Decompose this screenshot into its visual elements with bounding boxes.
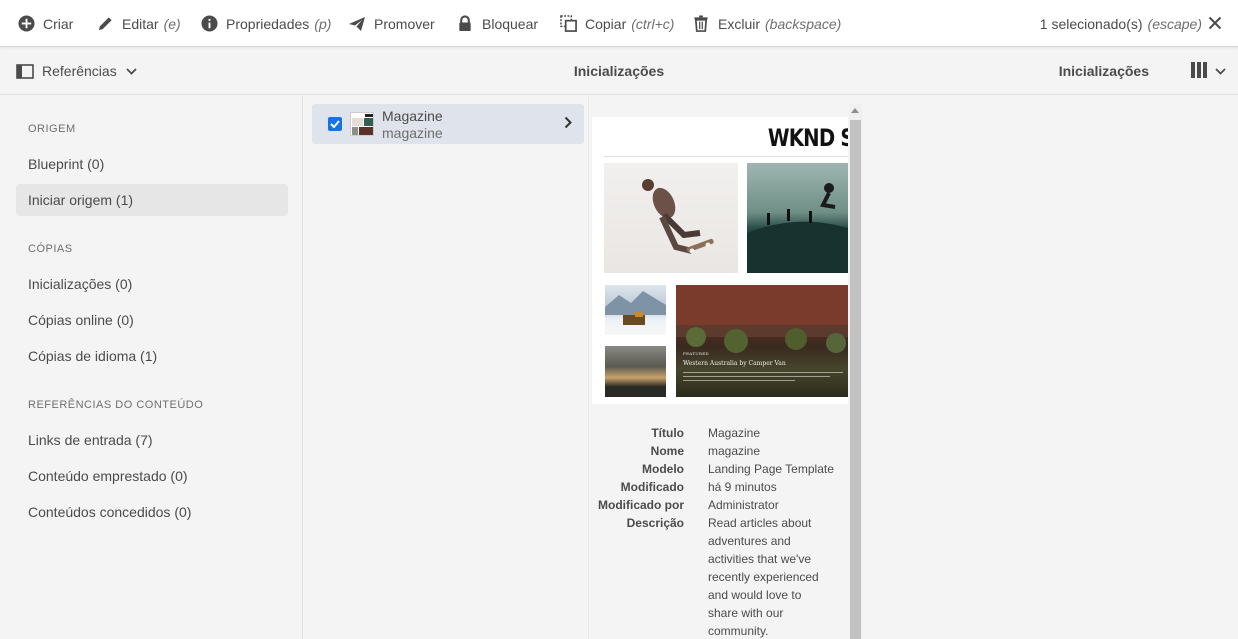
add-circle-icon — [17, 15, 35, 33]
feature-title: Western Australia by Camper Van — [683, 360, 786, 367]
edit-label: Editar — [122, 15, 159, 32]
create-label: Criar — [43, 15, 74, 32]
rail-toggle-button[interactable]: Referências — [16, 47, 137, 95]
property-key: Modificado por — [598, 498, 684, 512]
item-name: magazine — [382, 125, 443, 141]
rail-item-blueprint[interactable]: Blueprint (0) — [16, 148, 288, 180]
property-row-modified-by: Modificado por Administrator — [592, 496, 848, 514]
properties-label: Propriedades — [226, 15, 310, 32]
property-row-description: Descrição Read articles about adventures… — [592, 514, 848, 639]
delete-label: Excluir — [718, 15, 761, 32]
chevron-down-icon — [1215, 67, 1226, 75]
feature-kicker: FEATURED — [683, 351, 709, 356]
property-row-title: Título Magazine — [592, 424, 848, 442]
property-key: Modificado — [620, 480, 684, 494]
rail-item-launches[interactable]: Inicializações (0) — [16, 268, 288, 300]
feature-excerpt-lines — [683, 372, 843, 384]
property-value: Administrator — [708, 498, 779, 512]
property-key: Modelo — [642, 462, 684, 476]
content-header: Referências Inicializações Inicializaçõe… — [0, 47, 1238, 95]
list-item[interactable]: Magazine magazine — [312, 104, 584, 144]
divider — [604, 156, 848, 157]
promote-label: Promover — [374, 15, 435, 32]
close-selection-icon[interactable] — [1206, 14, 1224, 32]
property-value: há 9 minutos — [708, 480, 777, 494]
property-value: magazine — [708, 444, 761, 458]
property-key: Título — [651, 426, 684, 440]
pencil-icon — [96, 15, 114, 33]
rail-item-granted-content[interactable]: Conteúdos concedidos (0) — [16, 496, 288, 528]
trash-icon — [692, 15, 710, 33]
property-key: Nome — [650, 444, 684, 458]
lock-icon — [456, 15, 474, 33]
properties-button[interactable]: Propriedades (p) — [200, 0, 331, 47]
column-view-icon — [1191, 61, 1207, 81]
scroll-up-arrow-icon[interactable] — [851, 108, 859, 113]
rail-item-incoming-links[interactable]: Links de entrada (7) — [16, 424, 288, 456]
chevron-right-icon[interactable] — [564, 116, 572, 129]
property-row-modified: Modificado há 9 minutos — [592, 478, 848, 496]
brand-logo-text: WKND S — [768, 124, 848, 152]
snow-vehicle-image — [605, 285, 666, 335]
view-switcher[interactable] — [1191, 47, 1226, 95]
copy-shortcut: (ctrl+c) — [631, 15, 675, 32]
references-rail: ORIGEM Blueprint (0) Iniciar origem (1) … — [0, 96, 303, 639]
rail-item-live-copies[interactable]: Cópias online (0) — [16, 304, 288, 336]
page-title: Inicializações — [573, 63, 665, 79]
info-icon — [200, 15, 218, 33]
rail-heading-origin: ORIGEM — [28, 123, 76, 135]
selected-checkbox[interactable] — [328, 117, 342, 131]
property-row-template: Modelo Landing Page Template — [592, 460, 848, 478]
skateboarder-image — [604, 163, 738, 273]
delete-shortcut: (backspace) — [765, 15, 842, 32]
rail-item-launch-source[interactable]: Iniciar origem (1) — [16, 184, 288, 216]
promote-button[interactable]: Promover — [348, 0, 435, 47]
rail-heading-content-references: REFERÊNCIAS DO CONTEÚDO — [28, 399, 204, 411]
lock-button[interactable]: Bloquear — [456, 0, 538, 47]
selection-count: 1 selecionado(s) (escape) — [1040, 0, 1202, 47]
item-title: Magazine — [382, 108, 443, 124]
rail-item-borrowed-content[interactable]: Conteúdo emprestado (0) — [16, 460, 288, 492]
selection-label: 1 selecionado(s) — [1039, 15, 1143, 32]
edit-shortcut: (e) — [163, 15, 181, 32]
lock-label: Bloquear — [482, 15, 539, 32]
scrollbar-thumb[interactable] — [850, 120, 861, 639]
page-preview-image: WKND S FEATURED Western Australia by Cam… — [592, 117, 848, 404]
selection-shortcut: (escape) — [1147, 15, 1202, 32]
page-thumbnail — [350, 112, 374, 136]
copy-label: Copiar — [585, 15, 627, 32]
property-key: Descrição — [626, 516, 684, 530]
send-icon — [348, 15, 366, 33]
edit-button[interactable]: Editar (e) — [96, 0, 181, 47]
copy-button[interactable]: Copiar (ctrl+c) — [559, 0, 674, 47]
column-view: Magazine magazine — [304, 96, 589, 639]
rail-item-language-copies[interactable]: Cópias de idioma (1) — [16, 340, 288, 372]
property-value: Landing Page Template — [708, 462, 834, 476]
chevron-down-icon — [126, 67, 137, 75]
rail-toggle-label: Referências — [42, 63, 117, 79]
sunset-landscape-image — [605, 346, 666, 397]
rail-panel-icon — [16, 63, 34, 79]
delete-button[interactable]: Excluir (backspace) — [692, 0, 841, 47]
context-title: Inicializações — [1058, 63, 1149, 79]
property-row-name: Nome magazine — [592, 442, 848, 460]
skatepark-image — [747, 163, 848, 273]
properties-shortcut: (p) — [314, 15, 332, 32]
property-value: Magazine — [708, 426, 761, 440]
create-button[interactable]: Criar — [17, 0, 73, 47]
rail-heading-copies: CÓPIAS — [28, 243, 73, 255]
action-bar: Criar Editar (e) Propriedades (p) Promov… — [0, 0, 1238, 47]
copy-icon — [559, 15, 577, 33]
property-value: Read articles about adventures and activ… — [708, 516, 819, 638]
page-properties: Título Magazine Nome magazine Modelo Lan… — [592, 424, 848, 639]
